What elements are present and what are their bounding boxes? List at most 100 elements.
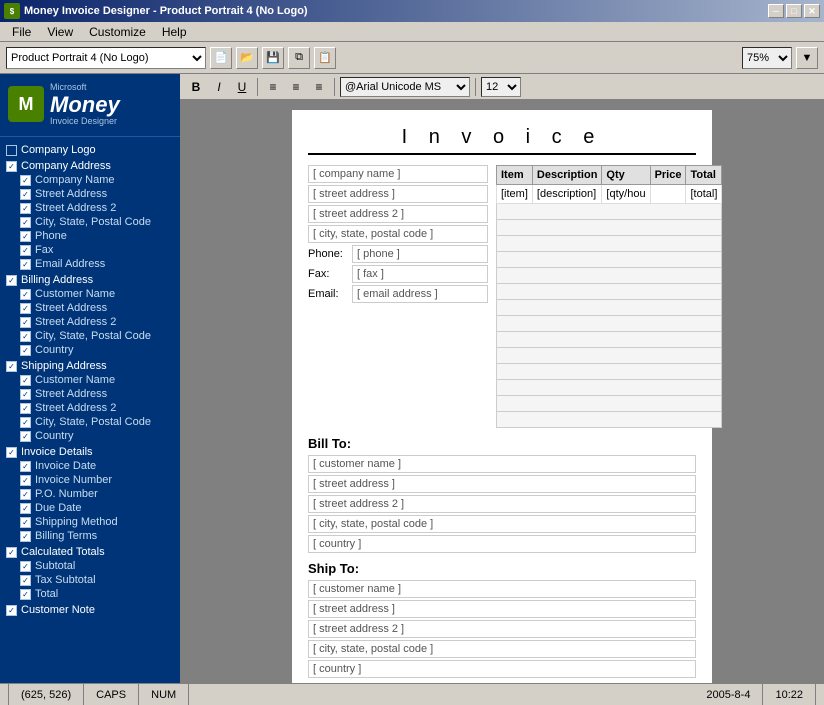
checkbox-email-address[interactable]: [20, 259, 31, 270]
maximize-button[interactable]: □: [786, 4, 802, 18]
align-left-button[interactable]: ≡: [263, 77, 283, 97]
sidebar-item-bill-street-address-2[interactable]: Street Address 2: [6, 315, 174, 329]
sidebar-item-bill-city-state[interactable]: City, State, Postal Code: [6, 329, 174, 343]
menu-view[interactable]: View: [39, 23, 81, 41]
checkbox-bill-street-address[interactable]: [20, 303, 31, 314]
checkbox-bill-city-state[interactable]: [20, 331, 31, 342]
checkbox-ship-customer-name[interactable]: [20, 375, 31, 386]
checkbox-invoice-date[interactable]: [20, 461, 31, 472]
sidebar-item-phone[interactable]: Phone: [6, 229, 174, 243]
template-select[interactable]: Product Portrait 4 (No Logo): [6, 47, 206, 69]
sidebar-item-invoice-details[interactable]: Invoice Details: [6, 445, 174, 459]
ship-country-field[interactable]: [ country ]: [308, 660, 696, 678]
street-address-field[interactable]: [ street address ]: [308, 185, 488, 203]
menu-help[interactable]: Help: [154, 23, 195, 41]
bill-street-field[interactable]: [ street address ]: [308, 475, 696, 493]
checkbox-company-logo[interactable]: [6, 145, 17, 156]
checkbox-invoice-details[interactable]: [6, 447, 17, 458]
company-name-field[interactable]: [ company name ]: [308, 165, 488, 183]
checkbox-billing-terms[interactable]: [20, 531, 31, 542]
size-select[interactable]: 12: [481, 77, 521, 97]
checkbox-ship-city-state[interactable]: [20, 417, 31, 428]
sidebar-item-company-address[interactable]: Company Address: [6, 159, 174, 173]
sidebar-item-ship-street-address[interactable]: Street Address: [6, 387, 174, 401]
sidebar-item-po-number[interactable]: P.O. Number: [6, 487, 174, 501]
font-select[interactable]: @Arial Unicode MS: [340, 77, 470, 97]
title-bar-buttons[interactable]: ─ □ ✕: [768, 4, 820, 18]
align-center-button[interactable]: ≡: [286, 77, 306, 97]
checkbox-due-date[interactable]: [20, 503, 31, 514]
close-button[interactable]: ✕: [804, 4, 820, 18]
email-field[interactable]: [ email address ]: [352, 285, 488, 303]
checkbox-po-number[interactable]: [20, 489, 31, 500]
row1-qty[interactable]: [qty/hou: [602, 185, 650, 204]
sidebar-item-billing-address[interactable]: Billing Address: [6, 273, 174, 287]
sidebar-item-fax[interactable]: Fax: [6, 243, 174, 257]
phone-field[interactable]: [ phone ]: [352, 245, 488, 263]
checkbox-total[interactable]: [20, 589, 31, 600]
minimize-button[interactable]: ─: [768, 4, 784, 18]
new-button[interactable]: 📄: [210, 47, 232, 69]
invoice-scroll-area[interactable]: I n v o i c e [ company name ] [ street …: [180, 100, 824, 683]
bill-city-field[interactable]: [ city, state, postal code ]: [308, 515, 696, 533]
checkbox-street-address-2[interactable]: [20, 203, 31, 214]
copy-button[interactable]: ⧉: [288, 47, 310, 69]
sidebar-item-email-address[interactable]: Email Address: [6, 257, 174, 271]
checkbox-company-address[interactable]: [6, 161, 17, 172]
row1-item[interactable]: [item]: [497, 185, 533, 204]
sidebar-item-ship-customer-name[interactable]: Customer Name: [6, 373, 174, 387]
sidebar-item-company-name[interactable]: Company Name: [6, 173, 174, 187]
checkbox-ship-street-address-2[interactable]: [20, 403, 31, 414]
sidebar-item-shipping-method[interactable]: Shipping Method: [6, 515, 174, 529]
city-state-postal-field[interactable]: [ city, state, postal code ]: [308, 225, 488, 243]
street-address-2-field[interactable]: [ street address 2 ]: [308, 205, 488, 223]
fax-field[interactable]: [ fax ]: [352, 265, 488, 283]
checkbox-phone[interactable]: [20, 231, 31, 242]
save-button[interactable]: 💾: [262, 47, 284, 69]
ship-customer-name-field[interactable]: [ customer name ]: [308, 580, 696, 598]
align-right-button[interactable]: ≡: [309, 77, 329, 97]
sidebar-item-subtotal[interactable]: Subtotal: [6, 559, 174, 573]
ship-street2-field[interactable]: [ street address 2 ]: [308, 620, 696, 638]
open-button[interactable]: 📂: [236, 47, 258, 69]
bold-button[interactable]: B: [186, 77, 206, 97]
checkbox-street-address[interactable]: [20, 189, 31, 200]
sidebar-item-calculated-totals[interactable]: Calculated Totals: [6, 545, 174, 559]
sidebar-item-billing-terms[interactable]: Billing Terms: [6, 529, 174, 543]
checkbox-tax-subtotal[interactable]: [20, 575, 31, 586]
menu-file[interactable]: File: [4, 23, 39, 41]
sidebar-item-company-logo[interactable]: Company Logo: [6, 143, 174, 157]
checkbox-city-state-postal[interactable]: [20, 217, 31, 228]
checkbox-shipping-method[interactable]: [20, 517, 31, 528]
sidebar-item-tax-subtotal[interactable]: Tax Subtotal: [6, 573, 174, 587]
sidebar-item-street-address-2[interactable]: Street Address 2: [6, 201, 174, 215]
checkbox-invoice-number[interactable]: [20, 475, 31, 486]
table-row-1[interactable]: [item] [description] [qty/hou [total]: [497, 185, 722, 204]
sidebar-item-bill-customer-name[interactable]: Customer Name: [6, 287, 174, 301]
row1-price[interactable]: [650, 185, 686, 204]
sidebar-item-invoice-number[interactable]: Invoice Number: [6, 473, 174, 487]
checkbox-calculated-totals[interactable]: [6, 547, 17, 558]
sidebar-item-ship-street-address-2[interactable]: Street Address 2: [6, 401, 174, 415]
bill-country-field[interactable]: [ country ]: [308, 535, 696, 553]
checkbox-subtotal[interactable]: [20, 561, 31, 572]
row1-desc[interactable]: [description]: [532, 185, 602, 204]
checkbox-bill-street-address-2[interactable]: [20, 317, 31, 328]
sidebar-item-street-address[interactable]: Street Address: [6, 187, 174, 201]
sidebar-item-ship-country[interactable]: Country: [6, 429, 174, 443]
sidebar-item-customer-note[interactable]: Customer Note: [6, 603, 174, 617]
italic-button[interactable]: I: [209, 77, 229, 97]
sidebar-item-invoice-date[interactable]: Invoice Date: [6, 459, 174, 473]
zoom-down-button[interactable]: ▼: [796, 47, 818, 69]
checkbox-fax[interactable]: [20, 245, 31, 256]
checkbox-ship-street-address[interactable]: [20, 389, 31, 400]
sidebar-item-city-state-postal[interactable]: City, State, Postal Code: [6, 215, 174, 229]
sidebar-item-shipping-address[interactable]: Shipping Address: [6, 359, 174, 373]
ship-street-field[interactable]: [ street address ]: [308, 600, 696, 618]
menu-customize[interactable]: Customize: [81, 23, 154, 41]
paste-button[interactable]: 📋: [314, 47, 336, 69]
checkbox-ship-country[interactable]: [20, 431, 31, 442]
ship-city-field[interactable]: [ city, state, postal code ]: [308, 640, 696, 658]
zoom-select[interactable]: 75%: [742, 47, 792, 69]
checkbox-billing-address[interactable]: [6, 275, 17, 286]
